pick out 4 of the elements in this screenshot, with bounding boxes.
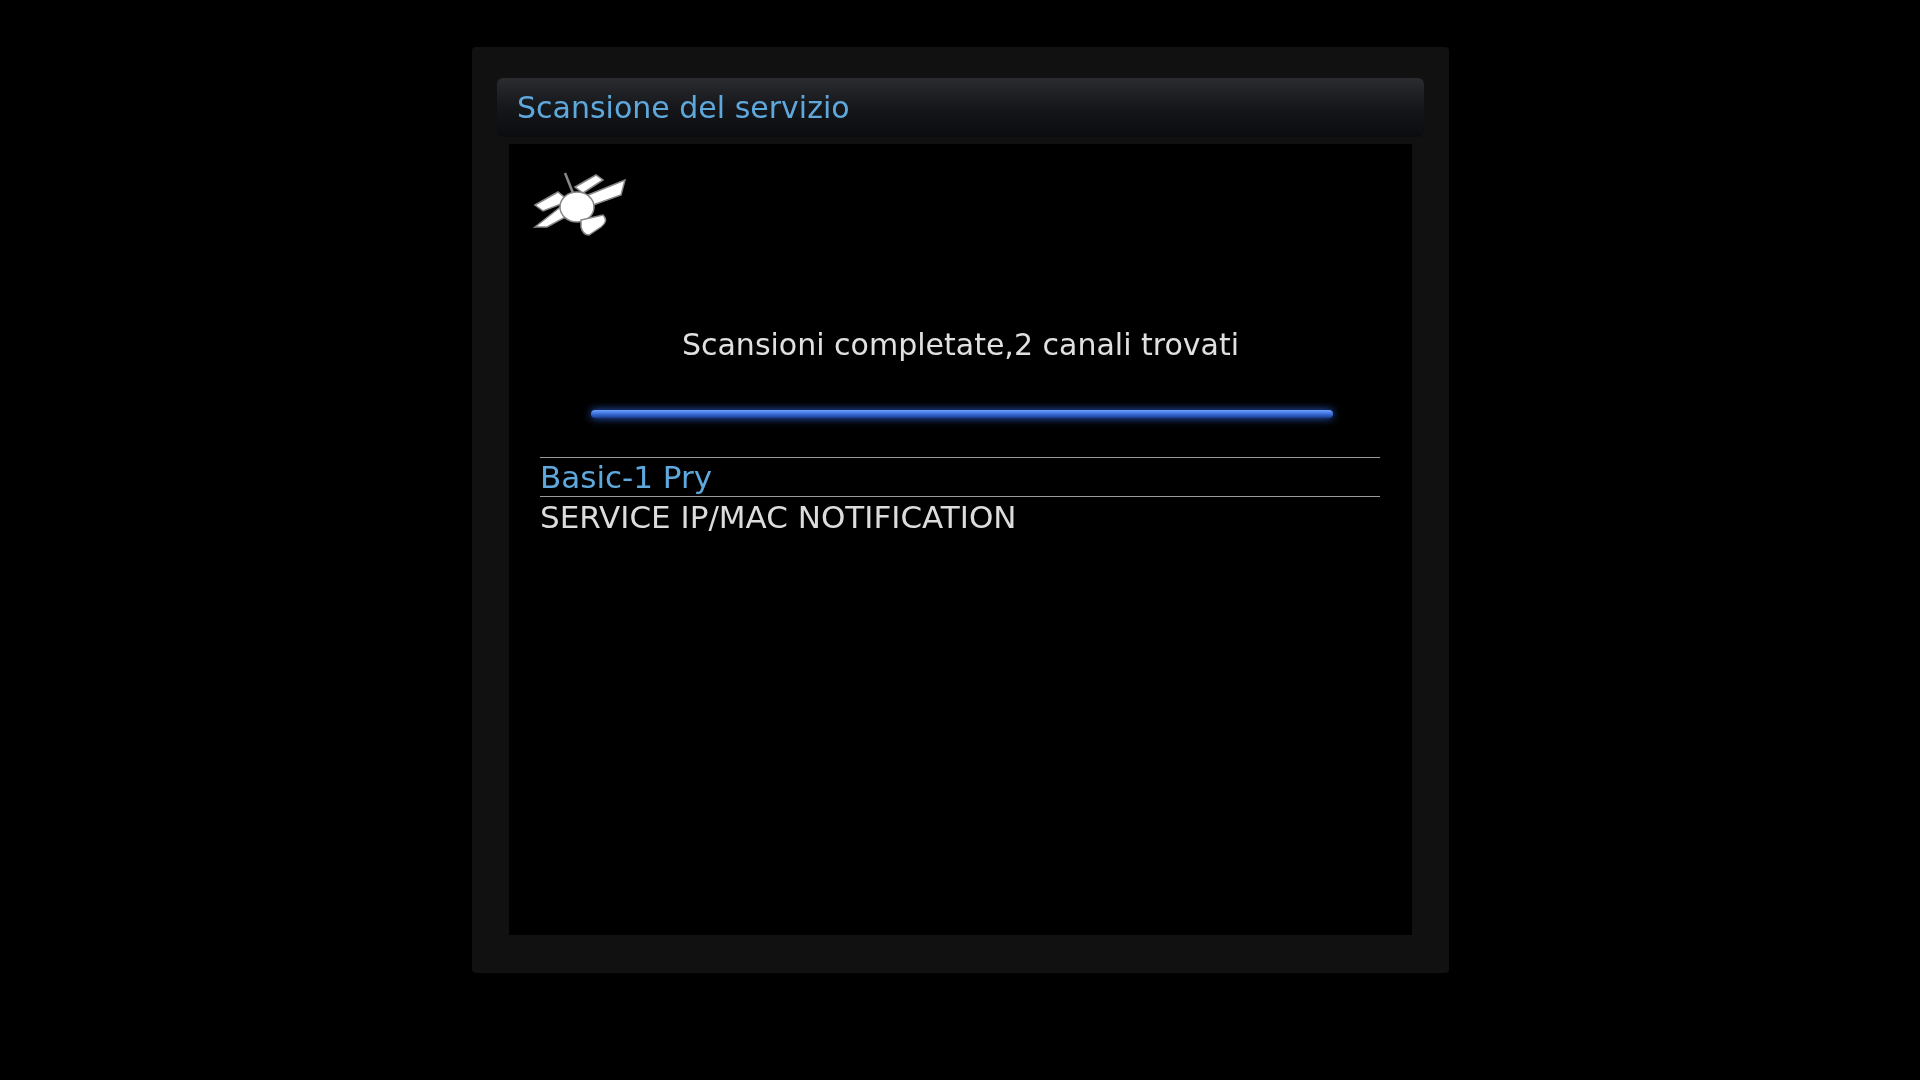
window-title: Scansione del servizio: [517, 92, 850, 123]
status-message: Scansioni completate,2 canali trovati: [681, 330, 1240, 360]
channel-item[interactable]: Basic-1 Pry: [540, 457, 1380, 497]
channel-item[interactable]: SERVICE IP/MAC NOTIFICATION: [540, 497, 1380, 537]
